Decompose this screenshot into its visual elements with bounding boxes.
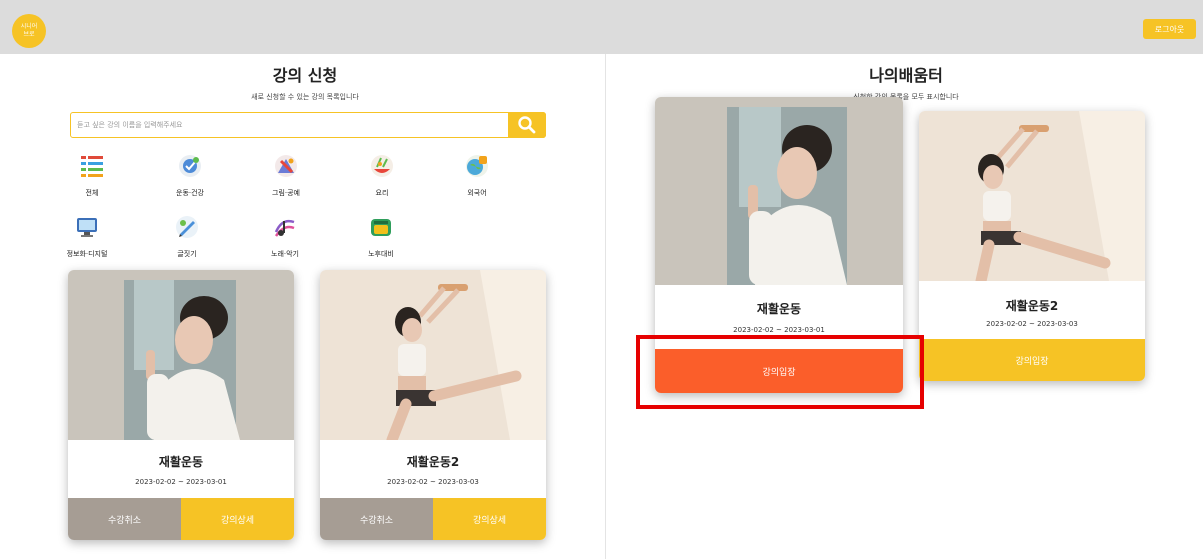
course-thumbnail[interactable] — [919, 111, 1145, 281]
cooking-icon — [367, 151, 397, 181]
my-course-card: 재활운동 2023-02-02 ~ 2023-03-01 강의입장 — [655, 97, 903, 393]
list-icon — [77, 151, 107, 181]
search-input[interactable] — [77, 117, 497, 133]
apply-subtitle: 새로 신청할 수 있는 강의 목록입니다 — [251, 93, 359, 101]
category-all[interactable]: 전체 — [52, 151, 132, 198]
category-label: 외국어 — [467, 189, 487, 197]
category-writing[interactable]: 글짓기 — [147, 212, 227, 259]
course-thumbnail[interactable] — [320, 270, 546, 440]
course-name: 재활운동2 — [406, 455, 460, 469]
category-label: 그림·공예 — [272, 189, 300, 197]
category-health[interactable]: 운동·건강 — [150, 151, 230, 198]
writing-icon — [172, 212, 202, 242]
category-cooking[interactable]: 요리 — [342, 151, 422, 198]
course-period: 2023-02-02 ~ 2023-03-01 — [733, 326, 825, 334]
language-icon — [462, 151, 492, 181]
category-label: 요리 — [375, 189, 389, 197]
logout-button[interactable]: 로그아웃 — [1143, 19, 1196, 39]
category-language[interactable]: 외국어 — [437, 151, 517, 198]
cancel-enrollment-button[interactable]: 수강취소 — [68, 498, 181, 540]
art-icon — [271, 151, 301, 181]
savings-icon — [366, 212, 396, 242]
logo[interactable]: 시니어 브로 — [12, 14, 46, 48]
category-music[interactable]: 노래·악기 — [245, 212, 325, 259]
course-name: 재활운동2 — [1005, 299, 1059, 313]
course-name: 재활운동 — [158, 455, 204, 469]
search-bar — [70, 111, 546, 138]
course-thumbnail[interactable] — [68, 270, 294, 440]
computer-icon — [72, 212, 102, 242]
category-label: 전체 — [85, 189, 99, 197]
my-title: 나의배움터 — [869, 66, 943, 85]
search-button[interactable] — [508, 111, 546, 138]
course-period: 2023-02-02 ~ 2023-03-03 — [986, 320, 1078, 328]
category-retirement[interactable]: 노후대비 — [341, 212, 421, 259]
category-digital[interactable]: 정보화·디지털 — [47, 212, 127, 259]
category-label: 정보화·디지털 — [66, 250, 108, 258]
apply-title: 강의 신청 — [272, 66, 338, 85]
category-art[interactable]: 그림·공예 — [246, 151, 326, 198]
enter-course-button[interactable]: 강의입장 — [655, 349, 903, 393]
logo-text: 시니어 브로 — [20, 23, 38, 38]
course-detail-button[interactable]: 강의상세 — [433, 498, 546, 540]
category-label: 노후대비 — [368, 250, 394, 258]
course-period: 2023-02-02 ~ 2023-03-01 — [135, 478, 227, 486]
search-icon — [518, 115, 536, 133]
my-course-card: 재활운동2 2023-02-02 ~ 2023-03-03 강의입장 — [919, 111, 1145, 381]
cancel-enrollment-button[interactable]: 수강취소 — [320, 498, 433, 540]
category-label: 노래·악기 — [271, 250, 299, 258]
category-label: 운동·건강 — [176, 189, 204, 197]
course-card: 재활운동 2023-02-02 ~ 2023-03-01 수강취소 강의상세 — [68, 270, 294, 540]
course-card: 재활운동2 2023-02-02 ~ 2023-03-03 수강취소 강의상세 — [320, 270, 546, 540]
music-icon — [270, 212, 300, 242]
health-icon — [175, 151, 205, 181]
category-label: 글짓기 — [177, 250, 197, 258]
section-divider — [605, 54, 606, 559]
course-period: 2023-02-02 ~ 2023-03-03 — [387, 478, 479, 486]
course-name: 재활운동 — [756, 302, 802, 316]
course-thumbnail[interactable] — [655, 97, 903, 285]
enter-course-button[interactable]: 강의입장 — [919, 339, 1145, 381]
top-bar: 시니어 브로 로그아웃 — [0, 0, 1203, 54]
course-detail-button[interactable]: 강의상세 — [181, 498, 294, 540]
